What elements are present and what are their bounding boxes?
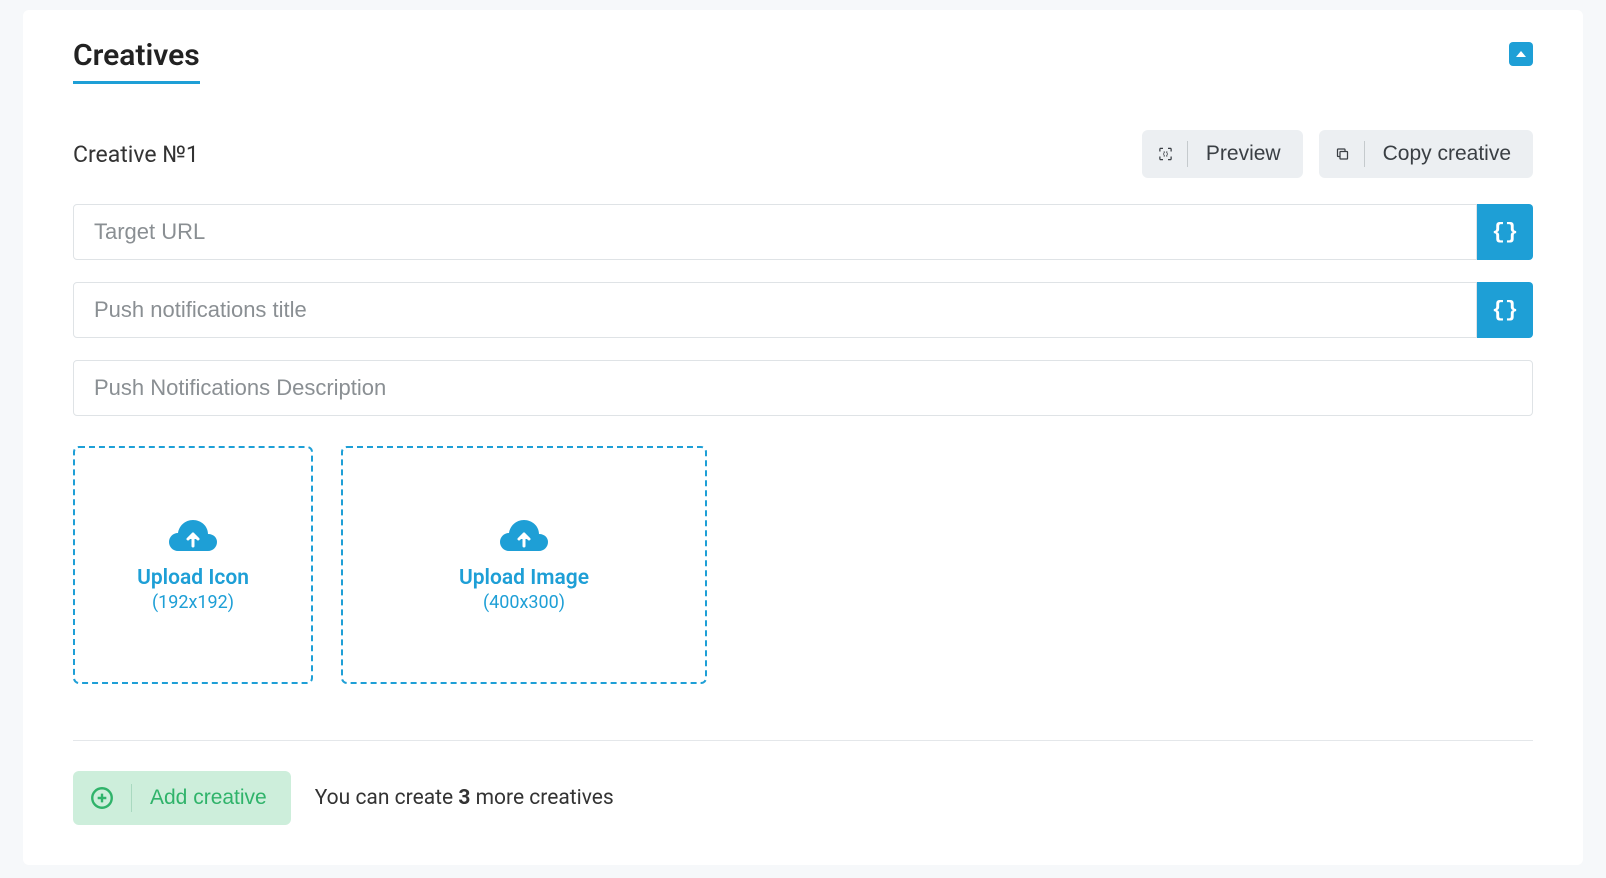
push-title-row: {} bbox=[73, 282, 1533, 338]
copy-creative-button[interactable]: Copy creative bbox=[1319, 130, 1533, 178]
upload-image-hint: (400x300) bbox=[483, 592, 565, 613]
cloud-upload-icon bbox=[168, 518, 218, 556]
collapse-button[interactable] bbox=[1509, 42, 1533, 66]
upload-image-dropzone[interactable]: Upload Image (400x300) bbox=[341, 446, 707, 684]
push-description-input[interactable] bbox=[73, 360, 1533, 416]
preview-label: Preview bbox=[1206, 142, 1281, 166]
creatives-panel: Creatives Creative №1 Preview bbox=[23, 10, 1583, 865]
preview-button[interactable]: Preview bbox=[1142, 130, 1303, 178]
plus-circle-icon bbox=[89, 784, 132, 812]
braces-icon: {} bbox=[1492, 298, 1518, 323]
upload-image-label: Upload Image bbox=[459, 566, 589, 590]
footer-hint-count: 3 bbox=[458, 786, 470, 810]
copy-label: Copy creative bbox=[1383, 142, 1511, 166]
upload-icon-label: Upload Icon bbox=[137, 566, 249, 590]
creative-actions: Preview Copy creative bbox=[1142, 130, 1533, 178]
target-url-macro-button[interactable]: {} bbox=[1477, 204, 1533, 260]
footer-hint-prefix: You can create bbox=[315, 786, 459, 810]
cloud-upload-icon bbox=[499, 518, 549, 556]
push-title-macro-button[interactable]: {} bbox=[1477, 282, 1533, 338]
target-url-row: {} bbox=[73, 204, 1533, 260]
upload-icon-hint: (192x192) bbox=[152, 592, 234, 613]
preview-icon bbox=[1158, 141, 1188, 167]
add-creative-label: Add creative bbox=[150, 786, 267, 810]
chevron-up-icon bbox=[1515, 49, 1527, 59]
creative-header-row: Creative №1 Preview Copy c bbox=[73, 130, 1533, 178]
section-header: Creatives bbox=[73, 38, 1533, 84]
copy-icon bbox=[1335, 141, 1365, 167]
add-creative-button[interactable]: Add creative bbox=[73, 771, 291, 825]
braces-icon: {} bbox=[1492, 220, 1518, 245]
divider bbox=[73, 740, 1533, 741]
push-description-row bbox=[73, 360, 1533, 416]
upload-icon-dropzone[interactable]: Upload Icon (192x192) bbox=[73, 446, 313, 684]
footer-hint-suffix: more creatives bbox=[470, 786, 613, 810]
target-url-input[interactable] bbox=[73, 204, 1477, 260]
footer-row: Add creative You can create 3 more creat… bbox=[73, 771, 1533, 825]
upload-row: Upload Icon (192x192) Upload Image (400x… bbox=[73, 446, 1533, 684]
push-title-input[interactable] bbox=[73, 282, 1477, 338]
section-title: Creatives bbox=[73, 38, 200, 84]
creative-number-label: Creative №1 bbox=[73, 141, 199, 168]
footer-hint: You can create 3 more creatives bbox=[315, 786, 614, 810]
